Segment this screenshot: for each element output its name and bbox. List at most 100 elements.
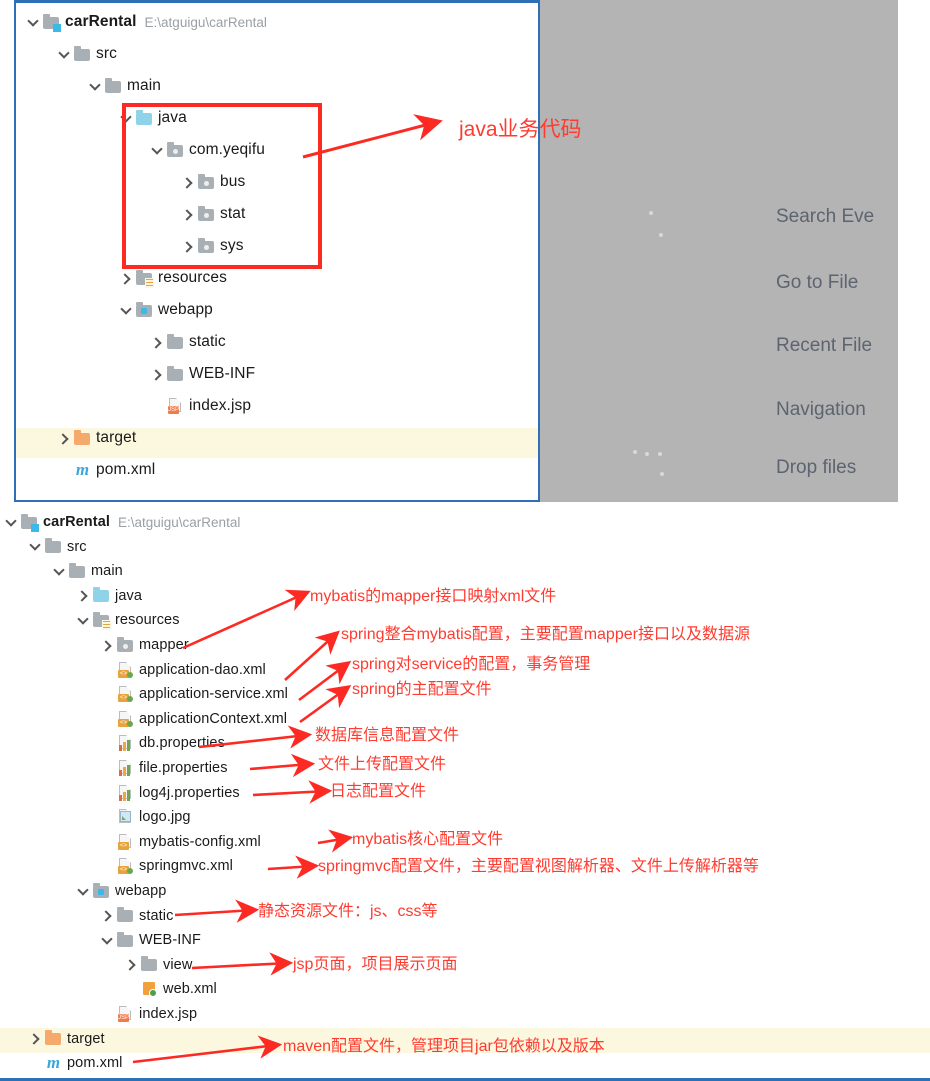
- tree-row-label: mapper: [139, 637, 189, 653]
- tree-row-springmvc-xml[interactable]: <> springmvc.xml: [100, 855, 233, 877]
- chevron-down-icon[interactable]: [119, 303, 134, 318]
- tree-row-pom-xml[interactable]: m pom.xml: [28, 1052, 123, 1074]
- chevron-right-icon[interactable]: [57, 431, 72, 446]
- chevron-right-icon[interactable]: [100, 908, 115, 923]
- tree-row-applicationcontext-xml[interactable]: <> applicationContext.xml: [100, 708, 287, 730]
- tree-row-main[interactable]: main: [88, 75, 161, 97]
- tree-row-pom-xml[interactable]: m pom.xml: [57, 459, 155, 481]
- tree-row-label: pom.xml: [96, 461, 156, 478]
- properties-file-icon: [117, 760, 134, 776]
- tree-row-file-properties[interactable]: file.properties: [100, 757, 228, 779]
- chevron-down-icon[interactable]: [76, 613, 91, 628]
- maven-m-icon: m: [46, 1053, 61, 1073]
- properties-file-icon: [117, 784, 134, 801]
- annotation-springmvc-config: springmvc配置文件，主要配置视图解析器、文件上传解析器等: [318, 858, 759, 875]
- annotation-jsp-pages: jsp页面，项目展示页面: [293, 956, 458, 973]
- tree-row-target[interactable]: target: [57, 427, 136, 449]
- tree-row-db-properties[interactable]: db.properties: [100, 732, 225, 754]
- tree-row-label: log4j.properties: [139, 784, 240, 801]
- folder-icon: [141, 956, 158, 972]
- chevron-down-icon[interactable]: [28, 539, 43, 554]
- chevron-right-icon[interactable]: [28, 1031, 43, 1046]
- web-xml-file-icon: [141, 981, 158, 998]
- watermark-dot: [645, 452, 649, 456]
- chevron-down-icon[interactable]: [52, 564, 67, 579]
- tree-row-web-inf[interactable]: WEB-INF: [150, 363, 255, 385]
- maven-m-icon: m: [75, 460, 90, 479]
- tree-row-main[interactable]: main: [52, 560, 123, 582]
- annotation-spring-mybatis: spring整合mybatis配置，主要配置mapper接口以及数据源: [341, 626, 750, 643]
- tree-row-static[interactable]: static: [150, 331, 226, 353]
- tree-row-label: mybatis-config.xml: [139, 833, 261, 850]
- tree-row-target[interactable]: target: [28, 1028, 105, 1050]
- tree-row-carrental[interactable]: carRental E:\atguigu\carRental: [4, 511, 240, 533]
- no-toggle: [100, 662, 115, 677]
- tree-row-label: main: [127, 77, 161, 94]
- tree-row-static[interactable]: static: [100, 905, 173, 927]
- tree-row-application-dao-xml[interactable]: <> application-dao.xml: [100, 659, 266, 681]
- tree-row-src[interactable]: src: [57, 43, 117, 65]
- folder-icon: [105, 77, 122, 94]
- tree-row-application-service-xml[interactable]: <> application-service.xml: [100, 683, 288, 705]
- tree-row-logo-jpg[interactable]: logo.jpg: [100, 806, 191, 828]
- tree-row-web-xml[interactable]: web.xml: [124, 978, 217, 1000]
- chevron-down-icon[interactable]: [88, 79, 103, 94]
- no-toggle: [100, 711, 115, 726]
- tree-row-label: carRental: [65, 13, 137, 30]
- folder-icon: [74, 45, 91, 62]
- tree-row-mybatis-config-xml[interactable]: <> mybatis-config.xml: [100, 831, 261, 853]
- tree-row-label: src: [96, 45, 117, 62]
- watermark-dot: [659, 233, 663, 237]
- tree-row-web-inf[interactable]: WEB-INF: [100, 929, 201, 951]
- editor-hint-navigation: Navigation: [776, 399, 866, 420]
- tree-row-label: main: [91, 563, 123, 580]
- folder-icon: [167, 365, 184, 382]
- tree-row-carrental[interactable]: carRental E:\atguigu\carRental: [26, 11, 267, 33]
- chevron-right-icon[interactable]: [76, 588, 91, 603]
- chevron-right-icon[interactable]: [150, 335, 165, 350]
- jsp-file-icon: JSP: [167, 398, 184, 414]
- image-file-icon: [117, 809, 134, 825]
- tree-row-index-jsp[interactable]: JSP index.jsp: [100, 1003, 197, 1025]
- annotation-mapper-xml: mybatis的mapper接口映射xml文件: [310, 588, 557, 605]
- no-toggle: [100, 785, 115, 800]
- tree-row-log4j-properties[interactable]: log4j.properties: [100, 782, 240, 804]
- module-folder-icon: [43, 13, 61, 32]
- resources-folder-icon: [93, 611, 111, 630]
- tree-row-java[interactable]: java: [76, 585, 142, 607]
- chevron-right-icon[interactable]: [150, 367, 165, 382]
- chevron-down-icon[interactable]: [100, 933, 115, 948]
- no-toggle: [100, 687, 115, 702]
- chevron-down-icon[interactable]: [57, 47, 72, 62]
- editor-hint-drop-files: Drop files: [776, 457, 857, 478]
- screenshot-root: Search Eve Go to File Recent File Navigatio…: [0, 0, 930, 1081]
- chevron-right-icon[interactable]: [124, 957, 139, 972]
- tree-row-label: pom.xml: [67, 1055, 123, 1072]
- project-path-label: E:\atguigu\carRental: [144, 14, 267, 30]
- chevron-right-icon[interactable]: [119, 271, 134, 286]
- tree-row-label: src: [67, 538, 87, 555]
- java-package-highlight-box: [122, 103, 322, 269]
- target-folder-icon: [45, 1030, 62, 1046]
- chevron-right-icon[interactable]: [100, 638, 115, 653]
- no-toggle: [100, 810, 115, 825]
- tree-row-resources[interactable]: resources: [119, 267, 227, 289]
- tree-row-index-jsp[interactable]: JSP index.jsp: [150, 395, 251, 417]
- annotation-spring-main: spring的主配置文件: [352, 681, 492, 698]
- tree-row-view[interactable]: view: [124, 954, 192, 976]
- no-toggle: [100, 761, 115, 776]
- no-toggle: [100, 736, 115, 751]
- chevron-down-icon[interactable]: [76, 884, 91, 899]
- webapp-folder-icon: [136, 301, 153, 318]
- tree-row-src[interactable]: src: [28, 536, 87, 558]
- editor-hint-recent-file: Recent File: [776, 335, 873, 356]
- annotation-spring-service: spring对service的配置，事务管理: [352, 656, 591, 673]
- chevron-down-icon[interactable]: [26, 15, 41, 30]
- chevron-down-icon[interactable]: [4, 515, 19, 530]
- resources-folder-icon: [136, 269, 154, 288]
- tree-row-webapp[interactable]: webapp: [76, 880, 166, 902]
- tree-row-webapp[interactable]: webapp: [119, 299, 213, 321]
- tree-row-label: carRental: [43, 514, 110, 530]
- tree-row-resources[interactable]: resources: [76, 609, 180, 631]
- tree-row-mapper[interactable]: mapper: [100, 634, 189, 656]
